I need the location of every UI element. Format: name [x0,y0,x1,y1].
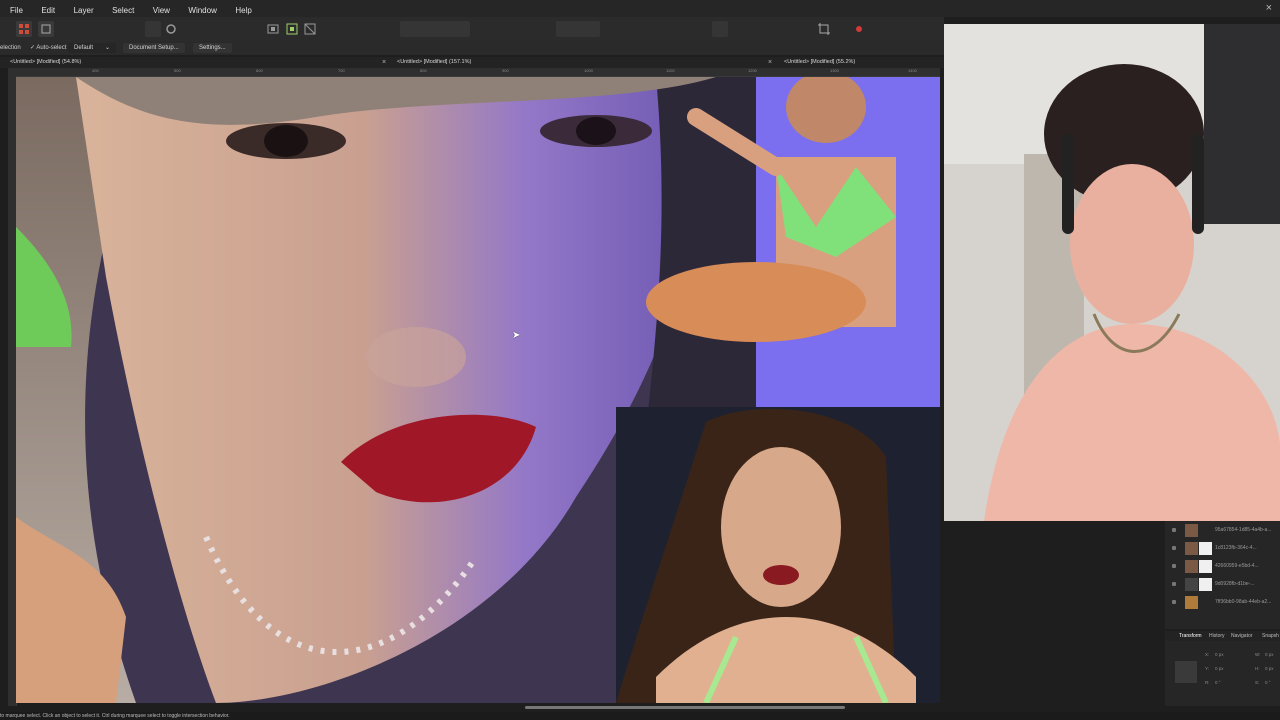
export-persona-icon[interactable] [38,21,54,37]
tab-document-3[interactable]: <Untitled> [Modified] (55.2%) [784,57,855,68]
tab-history[interactable]: History [1209,631,1225,641]
layer-thumbnail [1185,560,1198,573]
w-label: W: [1255,652,1261,657]
ruler-tick: 800 [420,68,427,73]
auto-select-checkbox[interactable]: ✓ Auto-select [30,41,66,55]
h-field[interactable]: 0 px [1265,666,1274,671]
r-label: R: [1205,680,1210,685]
transform-icon[interactable] [284,21,300,37]
ruler-tick: 900 [502,68,509,73]
ruler-tick: 1000 [584,68,593,73]
visibility-icon[interactable] [1172,528,1176,532]
w-field[interactable]: 0 px [1265,652,1274,657]
ruler-tick: 1400 [908,68,917,73]
layer-mask-thumbnail [1199,542,1212,555]
toolbar-button-faint-1[interactable] [145,21,161,37]
close-window-button[interactable]: × [1266,0,1272,17]
chevron-down-icon: ⌄ [104,45,110,51]
layer-thumbnail [1185,596,1198,609]
align-icon[interactable] [265,21,281,37]
layer-mask-thumbnail [1199,560,1212,573]
horizontal-ruler: 400 500 600 700 800 900 1000 1100 1200 1… [8,68,940,77]
s-label: S: [1255,680,1260,685]
visibility-icon[interactable] [1172,582,1176,586]
context-toolbar: election ✓ Auto-select Default ⌄ Documen… [0,41,944,55]
y-label: Y: [1205,666,1210,671]
toolbar-button-faint-4[interactable] [712,21,728,37]
persona-grid-icon [19,24,29,34]
layer-row[interactable]: 9d0928fb-d1be-... [1165,575,1280,593]
layer-thumbnail [1185,578,1198,591]
visibility-icon[interactable] [1172,564,1176,568]
visibility-icon[interactable] [1172,546,1176,550]
tab-document-2[interactable]: <Untitled> [Modified] (157.1%) [397,57,471,68]
x-field[interactable]: 0 px [1215,652,1224,657]
crop-icon[interactable] [816,21,832,37]
snap-icon[interactable] [302,21,318,37]
ruler-tick: 500 [174,68,181,73]
status-bar: to marquee select. Click an object to se… [0,712,1280,720]
mouse-pointer-icon: ➤ [512,330,521,341]
tab-navigator[interactable]: Navigator [1231,631,1252,641]
tab-document-1[interactable]: <Untitled> [Modified] (54.8%) [10,57,81,68]
layer-thumbnail [1185,542,1198,555]
document-tab-bar: <Untitled> [Modified] (54.8%) × <Untitle… [0,57,944,68]
layer-row[interactable]: 95a67854-1d85-4a4b-a... [1165,521,1280,539]
anchor-grid-icon[interactable] [1175,661,1197,683]
layer-mask-thumbnail [1199,578,1212,591]
photo-collage-image [16,77,940,703]
layer-thumbnail [1185,524,1198,537]
tab-transform[interactable]: Transform [1179,631,1202,641]
document-setup-button[interactable]: Document Setup... [123,43,185,53]
ruler-tick: 1300 [830,68,839,73]
layer-name: 95a67854-1d85-4a4b-a... [1215,527,1272,533]
transform-panel: X: 0 px W: 0 px Y: 0 px H: 0 px R: 0 ° S… [1165,641,1280,706]
status-hint: to marquee select. Click an object to se… [0,713,230,719]
h-label: H: [1255,666,1260,671]
toolbar [0,17,944,42]
document-canvas[interactable] [16,77,940,703]
tab-snapshots[interactable]: Snapsh [1262,631,1279,641]
menu-bar: File Edit Layer Select View Window Help … [0,0,1280,17]
toolbar-group-faint-3[interactable] [556,21,600,37]
studio-tab-bar: Transform History Navigator Snapsh [1165,631,1280,641]
r-field[interactable]: 0 ° [1215,680,1221,685]
persona-icon[interactable] [16,21,32,37]
layer-row[interactable]: 1c8123fb-364c-4... [1165,539,1280,557]
auto-select-label: Auto-select [36,45,67,51]
s-field[interactable]: 0 ° [1265,680,1271,685]
ruler-tick: 400 [92,68,99,73]
webcam-overlay-image [944,24,1280,521]
color-picker-icon[interactable] [851,21,867,37]
ruler-tick: 1200 [748,68,757,73]
layer-name: 42660959-e5bd-4... [1215,563,1259,569]
layer-row[interactable]: 42660959-e5bd-4... [1165,557,1280,575]
settings-button[interactable]: Settings... [193,43,232,53]
layer-name: 1c8123fb-364c-4... [1215,545,1257,551]
layers-panel: 95a67854-1d85-4a4b-a... 1c8123fb-364c-4.… [1165,521,1280,629]
tab-close-icon[interactable]: × [382,57,386,68]
visibility-icon[interactable] [1172,600,1176,604]
ruler-tick: 1100 [666,68,675,73]
layer-name: 9d0928fb-d1be-... [1215,581,1255,587]
auto-select-value: Default [74,45,94,51]
horizontal-scrollbar[interactable] [525,706,845,709]
toolbar-group-faint-2[interactable] [400,21,470,37]
tab-close-icon[interactable]: × [768,57,772,68]
ruler-tick: 600 [256,68,263,73]
auto-select-dropdown[interactable]: Default ⌄ [68,43,116,53]
gear-icon[interactable] [163,21,179,37]
layer-row[interactable]: 7ff36bb0-98ab-44eb-a2... [1165,593,1280,611]
selection-label: election [0,45,21,51]
y-field[interactable]: 0 px [1215,666,1224,671]
ruler-tick: 700 [338,68,345,73]
x-label: X: [1205,652,1210,657]
layer-name: 7ff36bb0-98ab-44eb-a2... [1215,599,1272,605]
